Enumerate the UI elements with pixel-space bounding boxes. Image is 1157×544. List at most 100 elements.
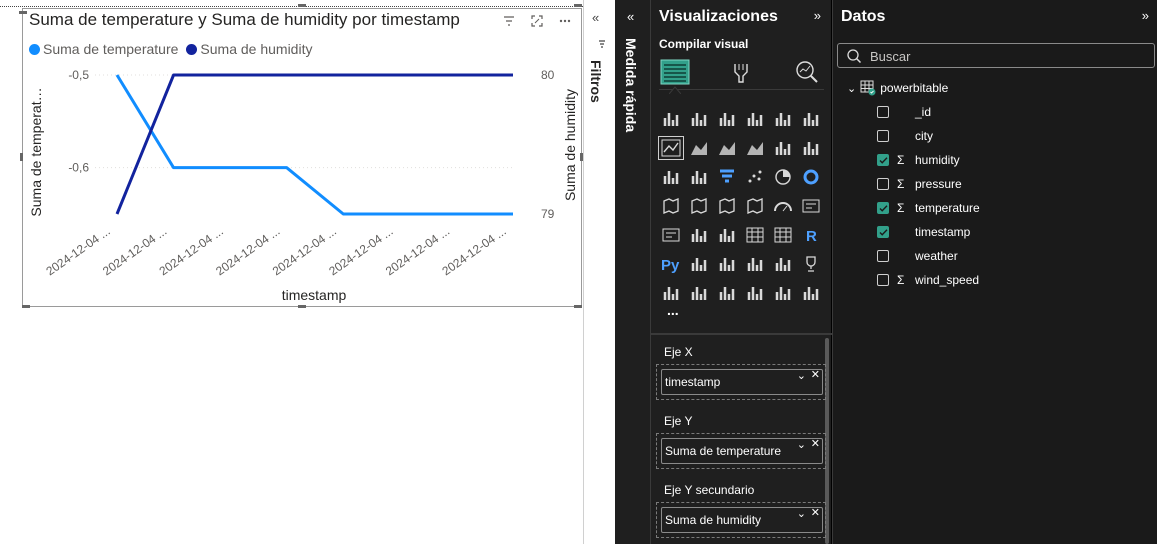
decomposition-tree-icon[interactable]	[715, 253, 739, 275]
arcgis-icon[interactable]	[743, 282, 767, 304]
funnel-chart-icon[interactable]	[715, 166, 739, 188]
resize-handle[interactable]	[574, 4, 582, 7]
field-checkbox[interactable]	[877, 130, 889, 142]
tab-analytics[interactable]	[791, 56, 823, 88]
tab-build-visual[interactable]	[659, 56, 691, 88]
ribbon-chart-icon[interactable]	[659, 166, 683, 188]
field-checkbox[interactable]	[877, 178, 889, 190]
resize-handle[interactable]	[298, 305, 306, 308]
powerpoint-icon[interactable]	[771, 282, 795, 304]
quick-measure-pane-collapsed[interactable]: « Medida rápida	[615, 0, 650, 544]
python-visual-icon[interactable]: Py	[659, 253, 683, 275]
field-checkbox[interactable]	[877, 226, 889, 238]
remove-field-icon[interactable]: ✕	[811, 506, 820, 519]
clustered-column-chart-icon[interactable]	[743, 108, 767, 130]
field-name: city	[915, 129, 933, 143]
donut-chart-icon[interactable]	[799, 166, 823, 188]
power-apps-icon[interactable]	[687, 282, 711, 304]
azure-map-icon[interactable]	[743, 195, 767, 217]
chevron-double-right-icon[interactable]: »	[814, 8, 821, 23]
resize-handle[interactable]	[22, 305, 30, 308]
field-checkbox[interactable]	[877, 274, 889, 286]
field-checkbox[interactable]	[877, 106, 889, 118]
field-item[interactable]: weather	[877, 244, 980, 268]
field-checkbox[interactable]	[877, 250, 889, 262]
100-stacked-area-chart-icon[interactable]	[743, 137, 767, 159]
kpi-icon[interactable]	[687, 224, 711, 246]
filters-label[interactable]: Filtros	[588, 60, 604, 103]
svg-text:Py: Py	[661, 257, 680, 273]
multi-row-card-icon[interactable]	[659, 224, 683, 246]
treemap-icon[interactable]	[659, 195, 683, 217]
tab-format-visual[interactable]	[725, 56, 757, 88]
trophy-icon[interactable]	[799, 253, 823, 275]
field-checkbox[interactable]	[877, 202, 889, 214]
well-label-secondary-y-axis: Eje Y secundario	[664, 483, 755, 497]
scatter-chart-icon[interactable]	[743, 166, 767, 188]
line-chart-icon[interactable]	[658, 136, 684, 160]
field-checkbox[interactable]	[877, 154, 889, 166]
matrix-icon[interactable]	[771, 224, 795, 246]
line-chart-visual[interactable]: Suma de temperature y Suma de humidity p…	[22, 8, 582, 307]
area-chart-icon[interactable]	[687, 137, 711, 159]
line-stacked-column-chart-icon[interactable]	[771, 137, 795, 159]
slicer-icon[interactable]	[715, 224, 739, 246]
card-icon[interactable]	[799, 195, 823, 217]
quick-measure-label[interactable]: Medida rápida	[623, 38, 639, 132]
selected-tab-pointer-icon	[669, 86, 681, 94]
visualizations-pane: Visualizaciones » Compilar visual R Py .…	[650, 0, 832, 544]
field-item[interactable]: timestamp	[877, 220, 980, 244]
narrative-icon[interactable]	[771, 253, 795, 275]
visual-gallery-row	[659, 195, 824, 217]
resize-handle[interactable]	[20, 153, 23, 161]
pie-chart-icon[interactable]	[771, 166, 795, 188]
chevron-down-icon[interactable]: ⌄	[797, 369, 806, 382]
resize-handle[interactable]	[19, 11, 27, 14]
100-stacked-column-chart-icon[interactable]	[799, 108, 823, 130]
stacked-bar-chart-icon[interactable]	[659, 108, 683, 130]
clustered-bar-chart-icon[interactable]	[715, 108, 739, 130]
stacked-area-chart-icon[interactable]	[715, 137, 739, 159]
chevron-double-left-icon[interactable]: «	[627, 9, 634, 24]
gauge-icon[interactable]	[771, 195, 795, 217]
well-secondary-y-axis[interactable]: Suma de humidity ⌄ ✕	[656, 502, 826, 538]
chevron-double-left-icon[interactable]: «	[592, 10, 599, 25]
remove-field-icon[interactable]: ✕	[811, 437, 820, 450]
power-bi-icon[interactable]	[799, 282, 823, 304]
qa-icon[interactable]	[743, 253, 767, 275]
map-icon[interactable]	[687, 195, 711, 217]
table-item-powerbitable[interactable]: ⌄ powerbitable	[847, 80, 948, 96]
remove-field-icon[interactable]: ✕	[811, 368, 820, 381]
chevron-down-icon[interactable]: ⌄	[847, 82, 856, 95]
field-item[interactable]: Σpressure	[877, 172, 980, 196]
well-x-axis[interactable]: timestamp ⌄ ✕	[656, 364, 826, 400]
line-clustered-column-chart-icon[interactable]	[799, 137, 823, 159]
power-automate-icon[interactable]	[715, 282, 739, 304]
filters-pane-collapsed[interactable]: « Filtros	[584, 0, 615, 544]
chevron-down-icon[interactable]: ⌄	[797, 507, 806, 520]
fields-well-icon	[660, 59, 690, 85]
resize-handle[interactable]	[574, 305, 582, 308]
well-y-axis[interactable]: Suma de temperature ⌄ ✕	[656, 433, 826, 469]
field-item[interactable]: city	[877, 124, 980, 148]
wells-divider	[651, 333, 832, 335]
field-item[interactable]: Σwind_speed	[877, 268, 980, 292]
chevron-double-right-icon[interactable]: »	[1142, 8, 1149, 23]
table-icon[interactable]	[743, 224, 767, 246]
r-visual-icon[interactable]: R	[799, 224, 823, 246]
search-input[interactable]	[870, 47, 1140, 65]
field-item[interactable]: _id	[877, 100, 980, 124]
report-canvas[interactable]: Suma de temperature y Suma de humidity p…	[0, 0, 583, 544]
paginated-report-icon[interactable]	[659, 282, 683, 304]
resize-handle[interactable]	[298, 4, 306, 7]
more-visuals-button[interactable]: ...	[667, 302, 679, 318]
field-item[interactable]: Σhumidity	[877, 148, 980, 172]
key-influencers-icon[interactable]	[687, 253, 711, 275]
filled-map-icon[interactable]	[715, 195, 739, 217]
stacked-column-chart-icon[interactable]	[687, 108, 711, 130]
field-item[interactable]: Σtemperature	[877, 196, 980, 220]
search-icon	[847, 49, 862, 64]
100-stacked-bar-chart-icon[interactable]	[771, 108, 795, 130]
chevron-down-icon[interactable]: ⌄	[797, 438, 806, 451]
waterfall-chart-icon[interactable]	[687, 166, 711, 188]
